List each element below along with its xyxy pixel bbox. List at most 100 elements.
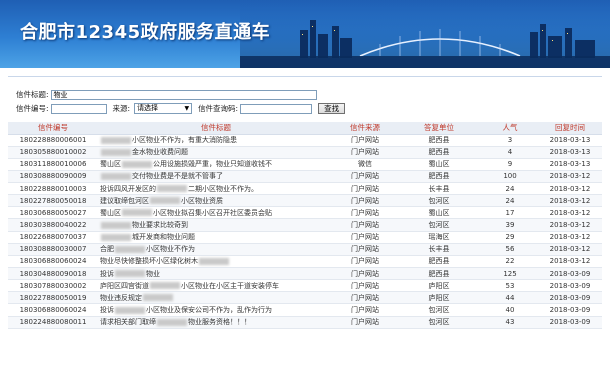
title-link-part[interactable]: 蜀山区 bbox=[100, 209, 121, 217]
redacted-mark bbox=[101, 172, 131, 180]
title-link-part[interactable]: 二期小区物业不作为。 bbox=[188, 185, 258, 193]
cell-unit: 瑶海区 bbox=[396, 231, 482, 244]
cell-title[interactable]: 金水物业收费问题 bbox=[98, 146, 334, 159]
title-link-part[interactable]: 小区物业及保安公司不作为，乱作为行为 bbox=[146, 306, 272, 314]
cell-source: 门户网站 bbox=[334, 218, 396, 232]
table-row[interactable]: 180226880070037 城开发商和物业问题 门户网站 瑶海区 29 2018-03… bbox=[8, 231, 602, 244]
cell-code: 180227880050018 bbox=[8, 194, 98, 208]
title-link-part[interactable]: 小区物业资质 bbox=[181, 197, 223, 205]
title-link-part[interactable]: 建议取缔包河区 bbox=[100, 197, 149, 205]
cell-hits: 9 bbox=[482, 158, 538, 171]
cell-hits: 4 bbox=[482, 146, 538, 159]
table-row[interactable]: 180306880060024 物业尽快修整损坏小区绿化树木 门户网站 肥西县 22 20… bbox=[8, 255, 602, 269]
table-row[interactable]: 180227880050018 建议取缔包河区 小区物业资质 门户网站 包河区 24 201… bbox=[8, 194, 602, 208]
cell-title[interactable]: 蜀山区 小区物业拟召集小区召开社区委员会贴 bbox=[98, 206, 334, 220]
cell-title[interactable]: 投诉四风开发区的 二期小区物业不作为。 bbox=[98, 182, 334, 196]
title-link-part[interactable]: 投诉 bbox=[100, 306, 114, 314]
cell-title[interactable]: 物业要求比较奇到 bbox=[98, 218, 334, 232]
chevron-down-icon: ▼ bbox=[184, 105, 190, 112]
table-row[interactable]: 180308880090009 交付物业费是不是就不管事了 门户网站 肥西县 100 20… bbox=[8, 170, 602, 184]
title-link-part[interactable]: 合肥 bbox=[100, 245, 114, 253]
cell-hits: 3 bbox=[482, 134, 538, 147]
cell-source: 门户网站 bbox=[334, 170, 396, 184]
title-link-part[interactable]: 小区物业在小区主干道安装停车 bbox=[181, 282, 279, 290]
table-row[interactable]: 180303880040022 物业要求比较奇到 门户网站 包河区 39 2018-03-… bbox=[8, 218, 602, 232]
table-row[interactable]: 180304880090018 投诉 物业 门户网站 肥西县 125 2018-03-09 bbox=[8, 267, 602, 281]
cell-date: 2018-03-13 bbox=[538, 134, 602, 147]
title-link-part[interactable]: 物业违反规定 bbox=[100, 294, 142, 302]
cell-title[interactable]: 庐阳区四宫街道 小区物业在小区主干道安装停车 bbox=[98, 279, 334, 293]
cell-code: 180303880040022 bbox=[8, 218, 98, 232]
cell-title[interactable]: 小区物业不作为，有重大消防隐患 bbox=[98, 134, 334, 147]
title-link-part[interactable]: 物业服务资格！！！ bbox=[188, 318, 251, 326]
redacted-mark bbox=[199, 257, 229, 265]
cell-title[interactable]: 城开发商和物业问题 bbox=[98, 231, 334, 244]
cell-title[interactable]: 投诉 小区物业及保安公司不作为，乱作为行为 bbox=[98, 303, 334, 317]
cell-source: 门户网站 bbox=[334, 243, 396, 256]
source-label: 来源: bbox=[112, 104, 131, 113]
title-link-part[interactable]: 小区物业不作为 bbox=[146, 245, 195, 253]
table-row[interactable]: 180307880030002 庐阳区四宫街道 小区物业在小区主干道安装停车 门户网站… bbox=[8, 279, 602, 293]
cell-hits: 29 bbox=[482, 231, 538, 244]
col-header-code: 信件编号 bbox=[8, 122, 98, 135]
table-row[interactable]: 180305880010002 金水物业收费问题 门户网站 肥西县 4 2018-03-1… bbox=[8, 146, 602, 159]
cell-date: 2018-03-13 bbox=[538, 146, 602, 159]
title-link-part[interactable]: 城开发商和物业问题 bbox=[132, 233, 195, 241]
title-link-part[interactable]: 庐阳区四宫街道 bbox=[100, 282, 149, 290]
cell-title[interactable]: 蜀山区 公用设施损毁严重，物业只知道收钱不 bbox=[98, 158, 334, 171]
cell-title[interactable]: 请求相关部门取缔 物业服务资格！！！ bbox=[98, 316, 334, 329]
title-link-part[interactable]: 投诉 bbox=[100, 270, 114, 278]
cell-source: 门户网站 bbox=[334, 182, 396, 196]
cell-date: 2018-03-12 bbox=[538, 243, 602, 256]
title-link-part[interactable]: 物业 bbox=[146, 270, 160, 278]
title-link-part[interactable]: 交付物业费是不是就不管事了 bbox=[132, 172, 223, 180]
cell-title[interactable]: 交付物业费是不是就不管事了 bbox=[98, 170, 334, 184]
subject-label: 信件标题: bbox=[16, 90, 49, 99]
cell-source: 门户网站 bbox=[334, 279, 396, 293]
cell-date: 2018-03-13 bbox=[538, 158, 602, 171]
table-row[interactable]: 180227880050019 物业违反规定 门户网站 庐阳区 44 2018-03-09 bbox=[8, 291, 602, 305]
table-row[interactable]: 180306880050027 蜀山区 小区物业拟召集小区召开社区委员会贴 门户网站蜀… bbox=[8, 206, 602, 220]
cell-hits: 39 bbox=[482, 218, 538, 232]
title-link-part[interactable]: 小区物业拟召集小区召开社区委员会贴 bbox=[153, 209, 272, 217]
cell-source: 门户网站 bbox=[334, 206, 396, 220]
table-row[interactable]: 180228880006001 小区物业不作为，有重大消防隐患 门户网站 肥西县 3 20… bbox=[8, 134, 602, 147]
cell-code: 180306880060024 bbox=[8, 255, 98, 269]
cell-date: 2018-03-12 bbox=[538, 182, 602, 196]
cell-title[interactable]: 建议取缔包河区 小区物业资质 bbox=[98, 194, 334, 208]
cell-unit: 肥西县 bbox=[396, 134, 482, 147]
cell-hits: 22 bbox=[482, 255, 538, 269]
title-link-part[interactable]: 投诉四风开发区的 bbox=[100, 185, 156, 193]
table-row[interactable]: 180306880060024 投诉 小区物业及保安公司不作为，乱作为行为 门户网站包… bbox=[8, 303, 602, 317]
cell-title[interactable]: 投诉 物业 bbox=[98, 267, 334, 281]
cell-title[interactable]: 合肥 小区物业不作为 bbox=[98, 243, 334, 256]
title-link-part[interactable]: 请求相关部门取缔 bbox=[100, 318, 156, 326]
cell-title[interactable]: 物业尽快修整损坏小区绿化树木 bbox=[98, 255, 334, 269]
title-link-part[interactable]: 物业要求比较奇到 bbox=[132, 221, 188, 229]
source-select[interactable]: 请选择 ▼ bbox=[134, 103, 193, 114]
query-code-input[interactable] bbox=[240, 103, 313, 114]
cell-title[interactable]: 物业违反规定 bbox=[98, 291, 334, 305]
title-link-part[interactable]: 蜀山区 bbox=[100, 160, 121, 168]
table-row[interactable]: 180228880010003 投诉四风开发区的 二期小区物业不作为。 门户网站 长丰县… bbox=[8, 182, 602, 196]
site-title: 合肥市12345政府服务直通车 bbox=[20, 22, 271, 43]
search-row-subject: 信件标题: 物业 bbox=[16, 89, 317, 100]
redacted-mark bbox=[157, 185, 187, 193]
table-row[interactable]: 180224880080011 请求相关部门取缔 物业服务资格！！！ 门户网站 包河区 4… bbox=[8, 316, 602, 329]
table-row[interactable]: 180308880030007 合肥 小区物业不作为 门户网站 长丰县 56 2018-03… bbox=[8, 243, 602, 256]
title-link-part[interactable]: 金水物业收费问题 bbox=[132, 148, 188, 156]
title-link-part[interactable]: 物业尽快修整损坏小区绿化树木 bbox=[100, 257, 198, 265]
cell-hits: 100 bbox=[482, 170, 538, 184]
cell-date: 2018-03-12 bbox=[538, 194, 602, 208]
search-button[interactable]: 查找 bbox=[318, 103, 346, 114]
table-header-row: 信件编号 信件标题 信件来源 答复单位 人气 回复时间 bbox=[8, 122, 602, 135]
cell-code: 180228880010003 bbox=[8, 182, 98, 196]
table-row[interactable]: 180311880010006 蜀山区 公用设施损毁严重，物业只知道收钱不 微信 蜀山区… bbox=[8, 158, 602, 171]
results-table: 信件编号 信件标题 信件来源 答复单位 人气 回复时间 180228880006… bbox=[8, 122, 602, 329]
title-link-part[interactable]: 公用设施损毁严重，物业只知道收钱不 bbox=[153, 160, 272, 168]
title-link-part[interactable]: 小区物业不作为，有重大消防隐患 bbox=[132, 136, 237, 144]
code-input[interactable] bbox=[50, 103, 107, 114]
subject-input[interactable]: 物业 bbox=[50, 89, 317, 100]
cell-source: 门户网站 bbox=[334, 194, 396, 208]
cell-hits: 40 bbox=[482, 303, 538, 317]
